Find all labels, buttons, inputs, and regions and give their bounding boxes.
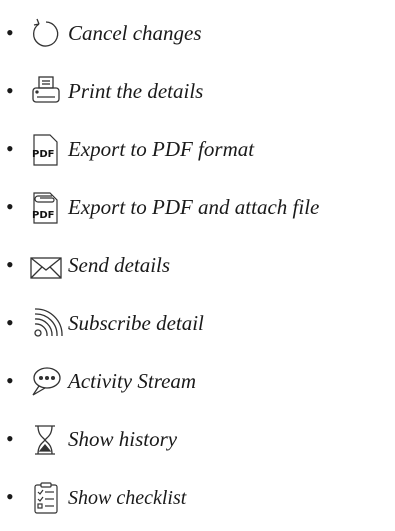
menu-item-label: Export to PDF and attach file: [68, 195, 320, 219]
menu-item-label: Print the details: [68, 79, 204, 103]
bullet: •: [6, 368, 14, 393]
menu-item-export-pdf[interactable]: • PDF Export to PDF format: [6, 108, 395, 166]
menu-item-activity-stream[interactable]: • Activity Stream: [6, 340, 395, 398]
rss-icon: [30, 306, 64, 340]
pdf-attach-icon: PDF: [30, 190, 64, 224]
svg-text:PDF: PDF: [32, 210, 54, 221]
bullet: •: [6, 310, 14, 335]
bullet: •: [6, 252, 14, 277]
chat-bubble-icon: [30, 364, 64, 398]
printer-icon: [30, 74, 64, 108]
menu-item-send-details[interactable]: • Send details: [6, 224, 395, 282]
bullet: •: [6, 194, 14, 219]
bullet: •: [6, 20, 14, 45]
svg-text:PDF: PDF: [32, 149, 54, 160]
menu-item-show-checklist[interactable]: • Show checklist: [6, 456, 395, 514]
undo-icon: [30, 16, 64, 50]
bullet: •: [6, 78, 14, 103]
hourglass-icon: [30, 422, 64, 456]
menu-item-export-pdf-attach[interactable]: • PDF Export to PDF and attach file: [6, 166, 395, 224]
menu-item-label: Activity Stream: [68, 369, 197, 393]
menu-item-label: Show checklist: [68, 487, 187, 509]
checklist-icon: [30, 480, 64, 514]
pdf-icon: PDF: [30, 132, 64, 166]
bullet: •: [6, 136, 14, 161]
menu-item-label: Cancel changes: [68, 21, 202, 45]
menu-item-print-details[interactable]: • Print the details: [6, 50, 395, 108]
menu-item-label: Subscribe detail: [68, 311, 204, 335]
menu-item-show-history[interactable]: • Show history: [6, 398, 395, 456]
menu-item-label: Send details: [68, 253, 171, 277]
menu-item-label: Export to PDF format: [68, 137, 255, 161]
menu-item-cancel-changes[interactable]: • Cancel changes: [6, 0, 395, 50]
menu-item-label: Show history: [68, 427, 178, 451]
menu-item-subscribe-detail[interactable]: • Subscribe detail: [6, 282, 395, 340]
bullet: •: [6, 426, 14, 451]
bullet: •: [6, 484, 14, 509]
action-menu: • Cancel changes • Print the details • P…: [0, 0, 395, 514]
envelope-icon: [30, 248, 64, 282]
